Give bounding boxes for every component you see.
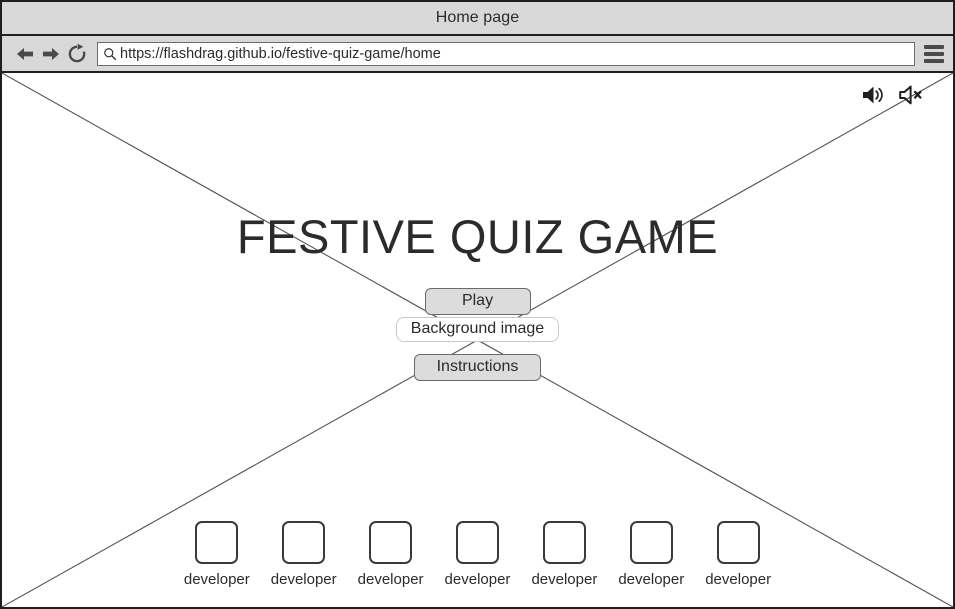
developer-avatar-placeholder bbox=[542, 521, 586, 564]
window-title: Home page bbox=[435, 9, 520, 26]
play-button[interactable]: Play bbox=[424, 288, 531, 315]
list-item[interactable]: developer bbox=[618, 521, 684, 588]
arrow-left-icon bbox=[14, 44, 36, 64]
developer-label: developer bbox=[444, 571, 511, 588]
developer-avatar-placeholder bbox=[716, 521, 760, 564]
developer-label: developer bbox=[270, 571, 337, 588]
list-item[interactable]: developer bbox=[531, 521, 597, 588]
developer-label: developer bbox=[618, 571, 685, 588]
background-image-label: Background image bbox=[395, 317, 560, 342]
reload-icon bbox=[66, 43, 88, 65]
developer-avatar-placeholder bbox=[282, 521, 326, 564]
browser-nav-bar: https://flashdrag.github.io/festive-quiz… bbox=[2, 36, 953, 73]
developer-avatar-placeholder bbox=[195, 521, 239, 564]
menu-bar-2 bbox=[924, 51, 944, 56]
list-item[interactable]: developer bbox=[358, 521, 424, 588]
developer-label: developer bbox=[183, 571, 250, 588]
audio-controls bbox=[859, 83, 927, 111]
sound-on-button[interactable] bbox=[859, 83, 889, 111]
volume-on-icon bbox=[861, 83, 887, 112]
back-button[interactable] bbox=[12, 41, 38, 67]
developer-avatar-placeholder bbox=[455, 521, 499, 564]
page-content: FESTIVE QUIZ GAME Play Background image … bbox=[2, 73, 953, 607]
developer-avatar-placeholder bbox=[629, 521, 673, 564]
hamburger-menu-icon[interactable] bbox=[924, 43, 944, 65]
developer-label: developer bbox=[705, 571, 772, 588]
list-item[interactable]: developer bbox=[705, 521, 771, 588]
forward-button[interactable] bbox=[38, 41, 64, 67]
address-bar-url[interactable]: https://flashdrag.github.io/festive-quiz… bbox=[120, 46, 441, 62]
arrow-right-icon bbox=[40, 44, 62, 64]
list-item[interactable]: developer bbox=[444, 521, 511, 588]
screenshot-root: Home page https://flashdrag.github.io/fe… bbox=[0, 0, 955, 609]
address-bar[interactable]: https://flashdrag.github.io/festive-quiz… bbox=[97, 41, 915, 66]
reload-button[interactable] bbox=[64, 41, 90, 67]
page-title: FESTIVE QUIZ GAME bbox=[236, 210, 719, 263]
menu-bar-3 bbox=[924, 58, 944, 63]
sound-off-button[interactable] bbox=[897, 83, 927, 111]
developer-label: developer bbox=[531, 571, 598, 588]
main-menu: Play Background image Instructions bbox=[2, 288, 953, 381]
list-item[interactable]: developer bbox=[271, 521, 337, 588]
list-item[interactable]: developer bbox=[184, 521, 250, 588]
volume-mute-icon bbox=[898, 83, 926, 112]
developer-avatar-placeholder bbox=[369, 521, 413, 564]
developer-label: developer bbox=[357, 571, 424, 588]
instructions-button[interactable]: Instructions bbox=[413, 354, 542, 381]
browser-title-bar: Home page bbox=[2, 2, 953, 36]
browser-window: Home page https://flashdrag.github.io/fe… bbox=[0, 0, 955, 609]
developer-list: developer developer developer developer … bbox=[2, 521, 953, 588]
menu-bar-1 bbox=[924, 44, 944, 49]
search-icon bbox=[102, 46, 118, 62]
